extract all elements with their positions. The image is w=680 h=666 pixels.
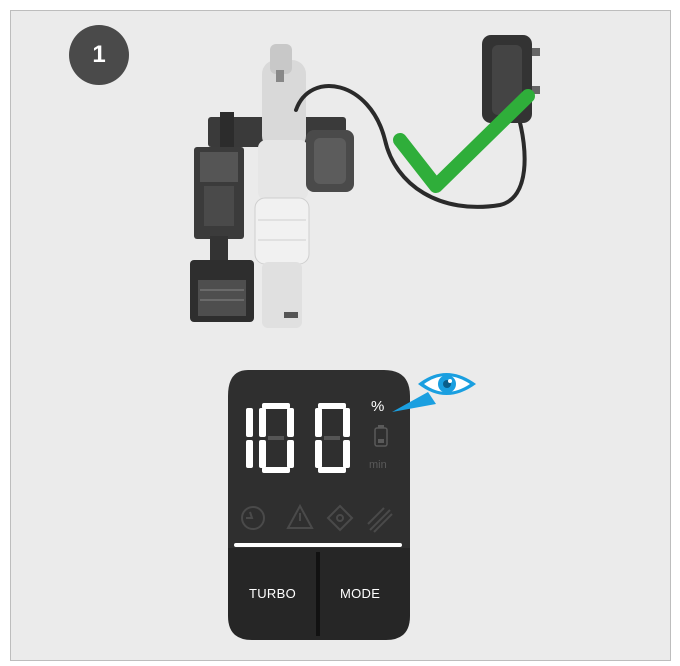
turbo-button[interactable]: TURBO [249,586,296,601]
percent-unit-label: % [371,398,385,415]
step-number-badge: 1 [69,25,129,85]
instruction-panel [10,10,671,661]
minutes-unit-label: min [369,459,387,471]
mode-button[interactable]: MODE [340,586,380,601]
